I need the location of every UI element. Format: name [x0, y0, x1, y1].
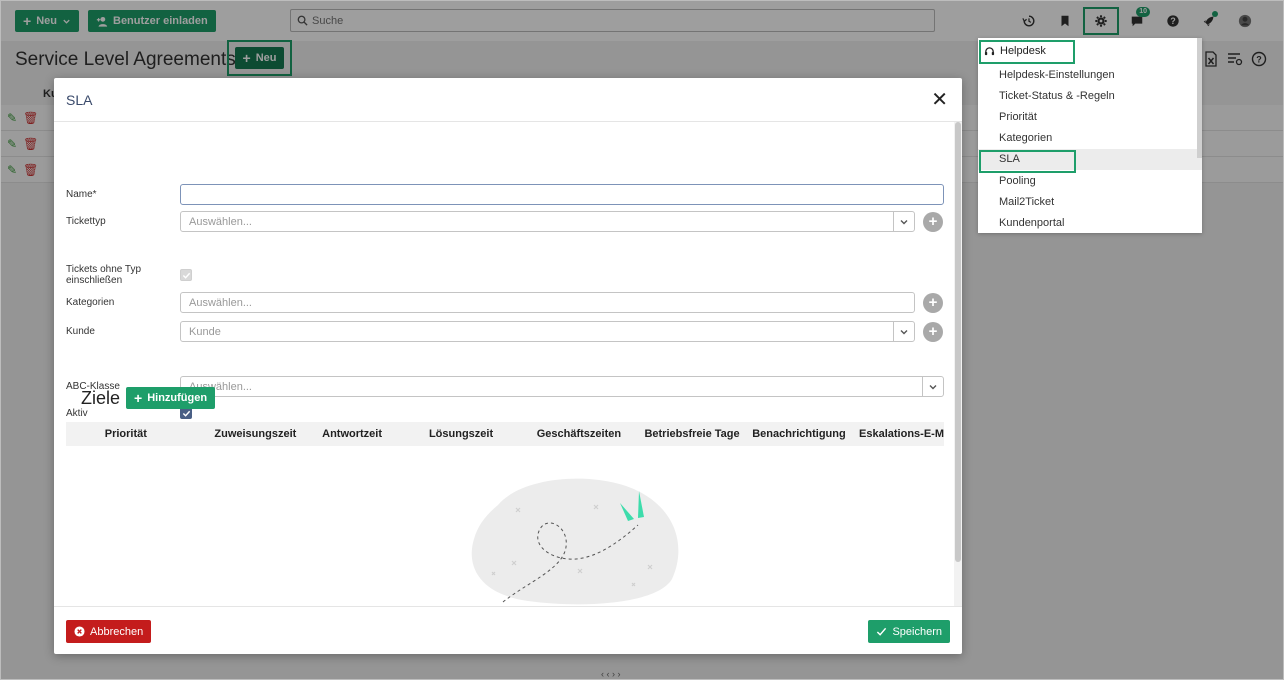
name-field-wrap	[180, 184, 944, 205]
menu-item-ticket-status[interactable]: Ticket-Status & -Regeln	[978, 85, 1202, 106]
ziele-table-header: Priorität Zuweisungszeit Antwortzeit Lös…	[66, 422, 944, 446]
kategorien-label: Kategorien	[66, 297, 115, 308]
menu-item-label: Helpdesk-Einstellungen	[999, 68, 1115, 81]
chevron-down-icon[interactable]	[893, 322, 914, 341]
settings-menu: Helpdesk Helpdesk-Einstellungen Ticket-S…	[978, 38, 1202, 233]
cancel-button[interactable]: Abbrechen	[66, 620, 152, 643]
abc-placeholder: Auswählen...	[189, 380, 252, 393]
kategorien-row: Kategorien Auswählen... +	[66, 292, 943, 313]
menu-item-label: Kategorien	[999, 132, 1053, 145]
save-label: Speichern	[892, 625, 942, 638]
menu-scrollbar[interactable]	[1197, 38, 1202, 158]
name-input[interactable]	[189, 188, 943, 201]
add-kunde-icon[interactable]: +	[923, 321, 943, 342]
empty-state-illustration	[471, 478, 679, 605]
menu-item-helpdesk-einstellungen[interactable]: Helpdesk-Einstellungen	[978, 64, 1202, 85]
dialog-body: Name* Tickettyp Auswählen... + Tickets o…	[54, 122, 954, 606]
menu-item-label: Pooling	[999, 174, 1036, 187]
save-button[interactable]: Speichern	[868, 620, 950, 643]
tickettyp-select[interactable]: Auswählen...	[180, 211, 915, 232]
app-window: + Neu Benutzer einladen 10	[0, 0, 1284, 680]
dialog-title: SLA	[66, 91, 93, 108]
dialog-footer: Abbrechen Speichern	[54, 606, 962, 654]
menu-item-label: Mail2Ticket	[999, 195, 1055, 208]
menu-sla-highlight	[979, 150, 1076, 173]
chevron-down-icon[interactable]	[893, 212, 914, 231]
dialog-scrollbar[interactable]	[954, 122, 962, 606]
menu-item-label: Priorität	[999, 110, 1037, 123]
ziele-title: Ziele	[81, 387, 121, 408]
tickettyp-placeholder: Auswählen...	[189, 215, 252, 228]
aktiv-label: Aktiv	[66, 407, 88, 419]
kategorien-select[interactable]: Auswählen...	[180, 292, 915, 313]
check-icon	[877, 627, 887, 636]
scroll-thumb[interactable]	[955, 122, 961, 562]
column-header[interactable]: Lösungszeit	[429, 428, 537, 440]
name-label: Name*	[66, 189, 97, 200]
column-header[interactable]: Antwortzeit	[322, 428, 429, 440]
cancel-circle-icon	[74, 626, 85, 637]
kunde-placeholder: Kunde	[189, 325, 221, 338]
menu-item-label: Ticket-Status & -Regeln	[999, 89, 1115, 102]
menu-header-highlight	[979, 40, 1075, 64]
kunde-label: Kunde	[66, 326, 95, 337]
add-ziel-button[interactable]: + Hinzufügen	[126, 387, 216, 409]
kategorien-placeholder: Auswählen...	[189, 296, 252, 309]
ohne-typ-checkbox[interactable]	[180, 269, 192, 281]
add-tickettyp-icon[interactable]: +	[923, 211, 943, 232]
menu-item-pooling[interactable]: Pooling	[978, 170, 1202, 191]
column-header[interactable]: Zuweisungszeit	[214, 428, 322, 440]
column-header[interactable]: Geschäftszeiten	[537, 428, 645, 440]
menu-item-kategorien[interactable]: Kategorien	[978, 128, 1202, 149]
ziele-section: Ziele + Hinzufügen	[81, 387, 216, 409]
menu-item-kundenportal[interactable]: Kundenportal	[978, 212, 1202, 233]
plus-icon: +	[134, 390, 143, 406]
add-ziel-label: Hinzufügen	[147, 392, 208, 404]
tickettyp-label: Tickettyp	[66, 216, 106, 227]
tickettyp-row: Tickettyp Auswählen... +	[66, 211, 943, 232]
column-header[interactable]: Benachrichtigung	[752, 428, 859, 440]
column-header[interactable]: Eskalations-E-M	[859, 428, 944, 440]
add-kategorie-icon[interactable]: +	[923, 292, 943, 313]
kunde-select[interactable]: Kunde	[180, 321, 915, 342]
dialog-header: SLA ✕	[54, 78, 962, 122]
cancel-label: Abbrechen	[90, 625, 144, 638]
ohne-typ-row: Tickets ohne Typ einschließen	[66, 264, 192, 286]
ohne-typ-label: Tickets ohne Typ einschließen	[66, 264, 142, 286]
name-row: Name*	[66, 184, 944, 205]
abc-select[interactable]: Auswählen...	[180, 376, 944, 397]
menu-item-label: Kundenportal	[999, 216, 1065, 229]
column-header[interactable]: Betriebsfreie Tage	[644, 428, 752, 440]
sla-dialog: SLA ✕ Name* Tickettyp Auswählen... + Tic…	[54, 78, 962, 654]
close-icon[interactable]: ✕	[931, 90, 948, 110]
column-header[interactable]: Priorität	[105, 428, 215, 440]
chevron-down-icon[interactable]	[922, 377, 943, 396]
menu-item-prioritaet[interactable]: Priorität	[978, 106, 1202, 127]
menu-item-mail2ticket[interactable]: Mail2Ticket	[978, 191, 1202, 212]
kunde-row: Kunde Kunde +	[66, 321, 943, 342]
